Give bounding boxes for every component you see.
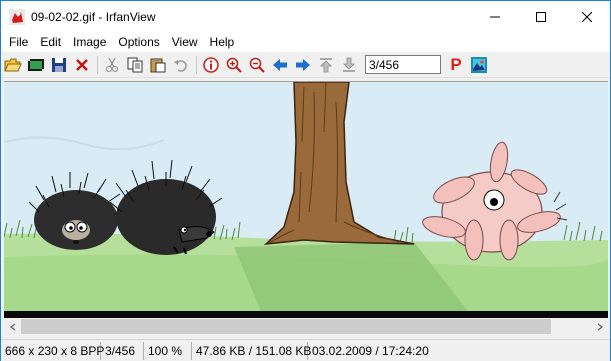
previous-icon [273, 58, 287, 71]
zoom-out-button[interactable] [247, 55, 267, 75]
delete-icon [76, 58, 88, 71]
copy-button[interactable] [125, 55, 145, 75]
paste-icon [150, 57, 166, 72]
minimize-icon [490, 16, 500, 17]
toolbar-separator [97, 55, 98, 74]
cut-icon [106, 57, 118, 72]
chevron-right-icon [597, 323, 603, 330]
title-bar[interactable]: 09-02-02.gif - IrfanView [1, 1, 610, 32]
maximize-icon [536, 11, 546, 22]
close-button[interactable] [564, 1, 610, 32]
menu-bar: File Edit Image Options View Help [1, 32, 610, 52]
copy-icon [127, 57, 143, 72]
minimize-button[interactable] [472, 1, 518, 32]
image-viewport[interactable] [4, 81, 608, 318]
zoom-in-button[interactable] [224, 55, 244, 75]
chevron-left-icon [9, 323, 15, 330]
scrollbar-thumb[interactable] [21, 319, 551, 334]
status-index: 3/456 [101, 341, 144, 360]
menu-image[interactable]: Image [67, 32, 112, 52]
zoom-in-icon [226, 57, 242, 73]
save-icon [52, 57, 66, 72]
settings-button[interactable] [469, 55, 489, 75]
maximize-button[interactable] [518, 1, 564, 32]
undo-icon [174, 59, 187, 72]
cartoon-image [4, 82, 608, 318]
zoom-out-icon [249, 57, 265, 73]
status-bar: 666 x 230 x 8 BPP 3/456 100 % 47.86 KB /… [1, 339, 610, 361]
first-button[interactable] [316, 55, 336, 75]
last-icon [343, 57, 355, 72]
print-button[interactable]: P [446, 55, 466, 75]
info-icon [203, 56, 219, 73]
open-button[interactable] [3, 55, 23, 75]
slideshow-button[interactable] [26, 55, 46, 75]
cut-button[interactable] [102, 55, 122, 75]
menu-file[interactable]: File [3, 32, 34, 52]
menu-options[interactable]: Options [112, 32, 165, 52]
info-button[interactable] [201, 55, 221, 75]
next-button[interactable] [293, 55, 313, 75]
status-dimensions: 666 x 230 x 8 BPP [1, 341, 104, 360]
scroll-right-button[interactable] [591, 318, 608, 335]
irfanview-app-icon[interactable] [9, 8, 25, 25]
paste-button[interactable] [148, 55, 168, 75]
menu-help[interactable]: Help [204, 32, 241, 52]
save-button[interactable] [49, 55, 69, 75]
settings-icon [471, 56, 487, 73]
slideshow-icon [28, 58, 44, 71]
status-filesize: 47.86 KB / 151.08 KB [192, 341, 311, 360]
status-zoom: 100 % [144, 341, 192, 360]
scroll-left-button[interactable] [4, 318, 21, 335]
delete-button[interactable] [72, 55, 92, 75]
first-icon [320, 57, 332, 72]
horizontal-scrollbar[interactable] [4, 318, 608, 335]
irfanview-window: 09-02-02.gif - IrfanView File Edit Image… [0, 0, 611, 361]
undo-button[interactable] [171, 55, 191, 75]
scrollbar-track[interactable] [21, 318, 591, 335]
page-index-field[interactable] [365, 55, 441, 74]
toolbar: P [1, 52, 610, 78]
menu-edit[interactable]: Edit [34, 32, 67, 52]
print-icon: P [450, 54, 462, 74]
menu-view[interactable]: View [166, 32, 204, 52]
open-folder-icon [4, 58, 22, 71]
close-icon [582, 11, 592, 22]
window-title: 09-02-02.gif - IrfanView [31, 9, 156, 24]
status-datetime: 03.02.2009 / 17:24:20 [312, 343, 429, 358]
next-icon [296, 58, 310, 71]
previous-button[interactable] [270, 55, 290, 75]
last-button[interactable] [339, 55, 359, 75]
toolbar-separator [196, 55, 197, 74]
